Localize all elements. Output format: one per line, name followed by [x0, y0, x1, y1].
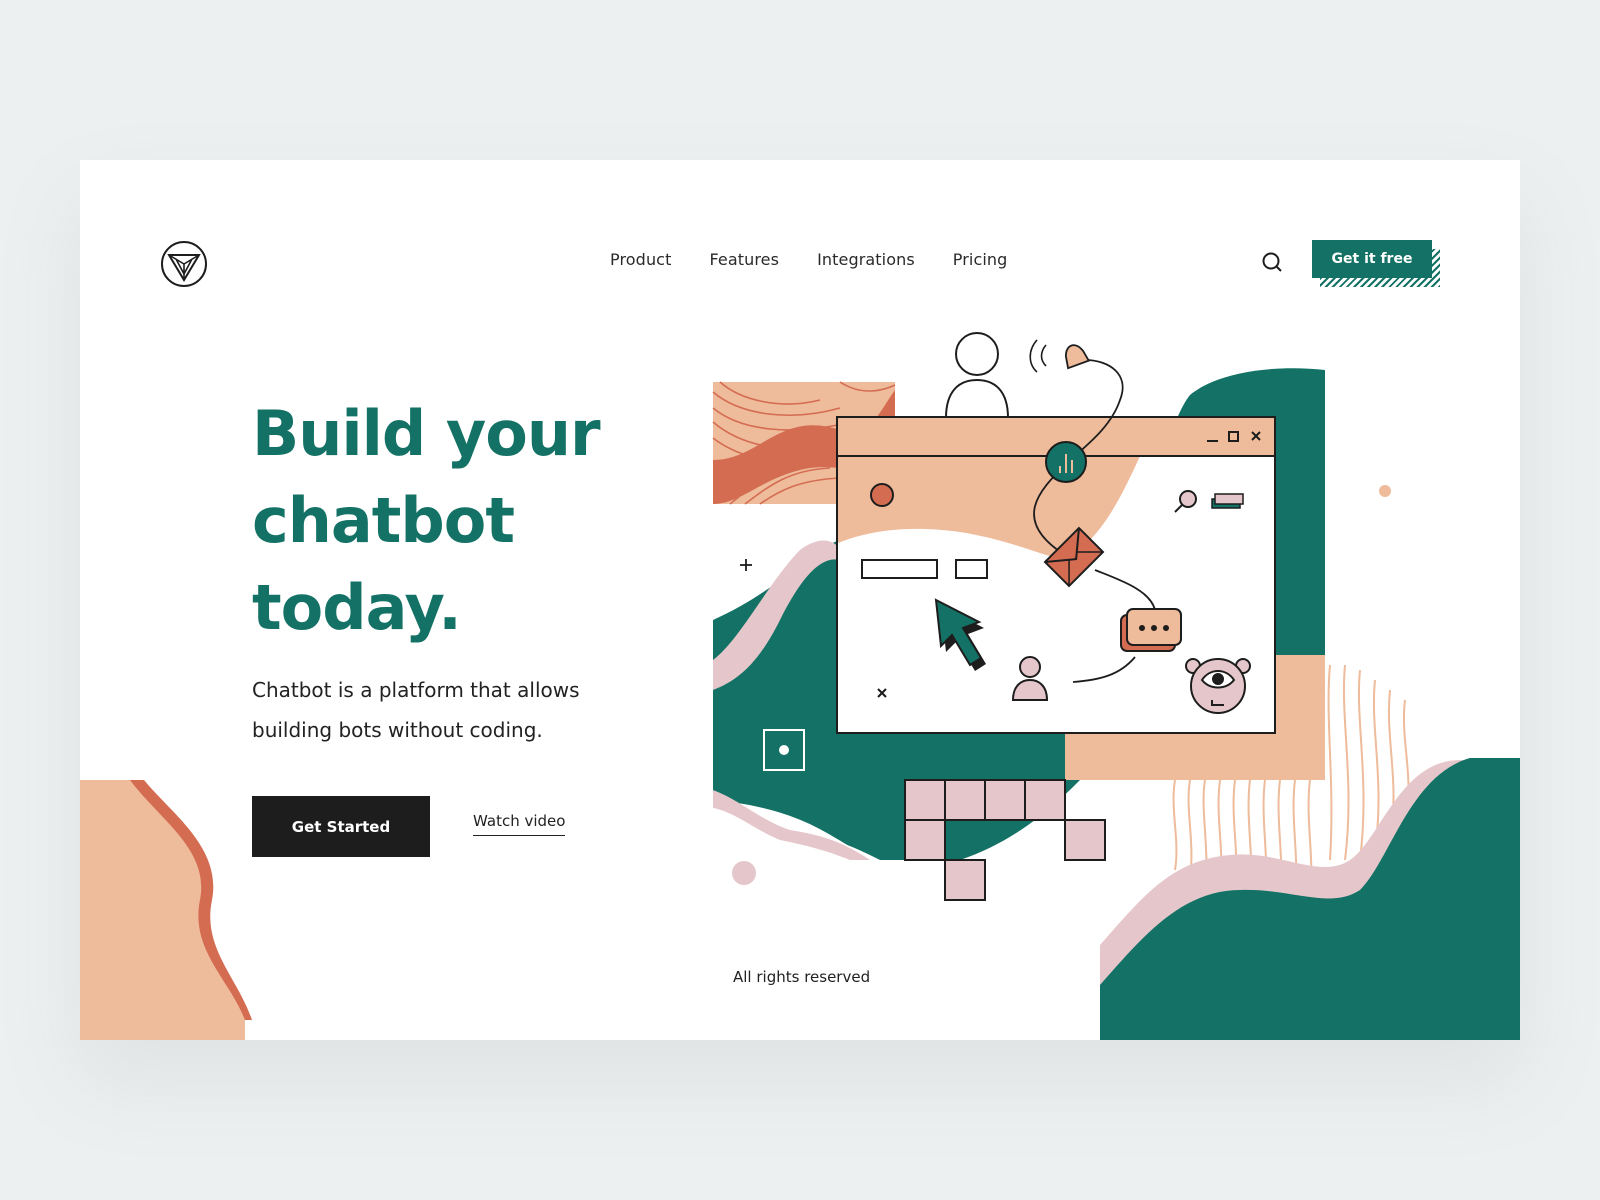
person-icon [945, 332, 1009, 419]
bell-icon [1029, 339, 1091, 373]
get-it-free-button[interactable]: Get it free [1312, 240, 1432, 278]
peach-dot [1379, 485, 1391, 497]
pink-dot [732, 861, 756, 885]
chart-node-icon [1045, 441, 1087, 483]
get-it-free-wrapper: Get it free [1312, 240, 1440, 290]
chat-bubble-icon [1120, 608, 1182, 652]
nav-item-product[interactable]: Product [610, 250, 671, 269]
tile-grid [904, 779, 1106, 901]
bottom-right-wave [1100, 758, 1520, 1040]
main-nav: Product Features Integrations Pricing [610, 250, 1007, 269]
hero-title-line: chatbot [252, 484, 515, 557]
watch-video-link[interactable]: Watch video [473, 812, 566, 836]
nav-item-integrations[interactable]: Integrations [817, 250, 915, 269]
nav-item-features[interactable]: Features [709, 250, 779, 269]
get-started-button[interactable]: Get Started [252, 796, 430, 857]
hero-title-line: Build your [252, 397, 601, 470]
hero-title-line: today. [252, 571, 462, 644]
footer-copyright: All rights reserved [733, 968, 871, 986]
hero-subtitle-line: Chatbot is a platform that allows [252, 678, 580, 702]
nav-item-pricing[interactable]: Pricing [953, 250, 1008, 269]
hero-subtitle-line: building bots without coding. [252, 718, 543, 742]
bottom-left-blob [80, 780, 252, 1040]
hero-subtitle: Chatbot is a platform that allows buildi… [252, 670, 652, 750]
logo-icon[interactable] [160, 240, 208, 288]
search-icon[interactable] [1260, 250, 1286, 276]
hero-title: Build your chatbot today. [252, 390, 692, 651]
landing-card: Product Features Integrations Pricing Ge… [80, 160, 1520, 1040]
